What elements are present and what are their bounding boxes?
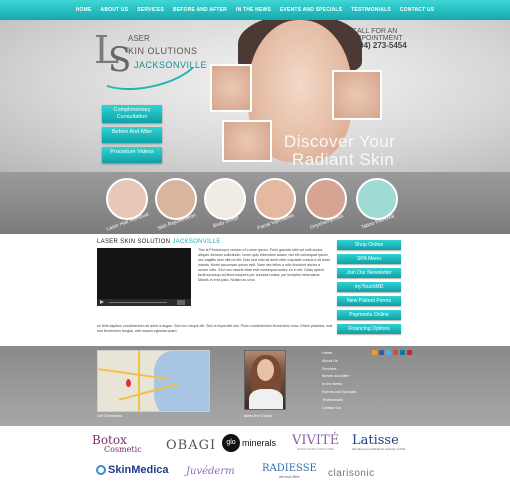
hero-banner: L S ASER KIN OLUTIONS JACKSONVILLE CALL … [0, 20, 510, 172]
logo-line-2: KIN OLUTIONS [128, 46, 198, 56]
volume-icon[interactable] [177, 300, 185, 305]
map-pin-icon [126, 379, 131, 387]
rss-icon[interactable] [372, 350, 377, 355]
hero-tagline-2: Radiant Skin [292, 150, 395, 169]
skinmedica-mark-icon [96, 465, 106, 475]
procedure-videos-button[interactable]: Procedure Videos [102, 147, 162, 163]
hero-tagline-1: Discover Your [284, 132, 396, 151]
brand-logos: Botox Cosmetic OBAGI glo minerals VIVITÉ… [0, 426, 510, 496]
doctor-shirt [249, 389, 283, 409]
nav-events-and-specials[interactable]: EVENTS AND SPECIALS [280, 7, 342, 13]
footer-link-services[interactable]: Services [322, 366, 356, 374]
social-icons [372, 350, 412, 355]
location-map[interactable] [97, 350, 210, 412]
footer-link-before-after[interactable]: Before and After [322, 373, 356, 381]
logo-line-3: JACKSONVILLE [134, 60, 208, 70]
skin-panel-left [210, 64, 252, 112]
glo-wordmark: minerals [242, 438, 277, 448]
botox-subtitle: Cosmetic [104, 445, 142, 454]
before-after-button[interactable]: Before And After [102, 127, 162, 143]
spa-menu-button[interactable]: SPA Menu [337, 254, 401, 264]
payments-online-button[interactable]: Payments Online [337, 310, 401, 320]
section-title-accent: JACKSONVILLE [172, 239, 221, 245]
nav-testimonials[interactable]: TESTIMONIALS [351, 7, 391, 13]
glo-minerals-logo: glo minerals [222, 434, 276, 452]
main-content: LASER SKIN SOLUTION JACKSONVILLE This is… [0, 234, 510, 346]
section-title-prefix: LASER SKIN SOLUTION [97, 239, 171, 245]
intro-paragraph-continued: eu felis dapibus condimentum sit amet a … [97, 324, 333, 333]
linkedin-icon[interactable] [400, 350, 405, 355]
nav-contact-us[interactable]: CONTACT US [400, 7, 434, 13]
treatments-band: Laser Hair Removal Skin Rejuvenation Bod… [0, 172, 510, 234]
latisse-logo: Latisse (bimatoprost ophthalmic solution… [352, 434, 406, 451]
vivite-subtitle: EXFOLIATING SKIN CARE [297, 447, 334, 451]
footer-link-testimonials[interactable]: Testimonials [322, 397, 356, 405]
shop-online-button[interactable]: Shop Online [337, 240, 401, 250]
section-title: LASER SKIN SOLUTION JACKSONVILLE [97, 239, 221, 245]
newsletter-button[interactable]: Join Our Newsletter [337, 268, 401, 278]
footer-links: Home About Us Services Before and After … [322, 350, 356, 412]
radiesse-subtitle: dermal filler [279, 474, 300, 479]
skin-panel-bottom [222, 120, 272, 162]
google-plus-icon[interactable] [393, 350, 398, 355]
consultation-button[interactable]: Complimentary Consultation [102, 105, 162, 123]
site-logo[interactable]: L S ASER KIN OLUTIONS JACKSONVILLE [88, 27, 208, 99]
nav-home[interactable]: HOME [76, 7, 92, 13]
vivite-logo: VIVITÉ EXFOLIATING SKIN CARE [292, 434, 339, 451]
map-water [154, 351, 209, 411]
footer-link-contact[interactable]: Contact Us [322, 405, 356, 413]
nav-services[interactable]: SERVICES [137, 7, 164, 13]
nav-before-and-after[interactable]: BEFORE AND AFTER [173, 7, 227, 13]
footer-link-events[interactable]: Events and Specials [322, 389, 356, 397]
skinmedica-wordmark: SkinMedica [108, 464, 169, 476]
video-controls [97, 299, 191, 306]
map-road [138, 351, 140, 411]
latisse-subtitle: (bimatoprost ophthalmic solution) 0.03% [352, 447, 406, 451]
vivite-wordmark: VIVITÉ [292, 433, 340, 448]
doctor-face [257, 359, 274, 381]
footer-link-home[interactable]: Home [322, 350, 356, 358]
meet-doctor-link[interactable]: Meet the Doctor [244, 413, 272, 418]
footer-link-news[interactable]: In the News [322, 381, 356, 389]
patient-forms-button[interactable]: New Patient Forms [337, 296, 401, 306]
footer-section: Get Directions Meet the Doctor Home Abou… [0, 346, 510, 426]
radiesse-logo: RADIESSE dermal filler [262, 463, 317, 480]
facebook-icon[interactable] [379, 350, 384, 355]
video-player[interactable] [97, 248, 191, 306]
juvederm-logo: Juvéderm [186, 466, 235, 477]
nav-about-us[interactable]: ABOUT US [101, 7, 129, 13]
logo-line-1: ASER [128, 34, 150, 43]
obagi-logo: OBAGI [166, 438, 217, 453]
financing-options-button[interactable]: Financing Options [337, 324, 401, 334]
footer-link-about[interactable]: About Us [322, 358, 356, 366]
clarisonic-logo: clarisonic [328, 468, 375, 479]
nav-in-the-news[interactable]: IN THE NEWS [236, 7, 271, 13]
skin-panel-right [332, 70, 382, 120]
doctor-photo[interactable] [244, 350, 286, 410]
skinmedica-logo: SkinMedica [96, 464, 169, 476]
botox-logo: Botox Cosmetic [92, 434, 142, 454]
video-progress-track[interactable] [109, 302, 167, 303]
youtube-icon[interactable] [407, 350, 412, 355]
latisse-wordmark: Latisse [352, 433, 399, 448]
get-directions-link[interactable]: Get Directions [97, 413, 122, 418]
glo-badge: glo [222, 434, 240, 452]
top-nav: HOME ABOUT US SERVICES BEFORE AND AFTER … [0, 0, 510, 20]
twitter-icon[interactable] [386, 350, 391, 355]
mytouchmd-button[interactable]: myTouchMD [337, 282, 401, 292]
play-icon[interactable] [100, 300, 104, 304]
radiesse-wordmark: RADIESSE [262, 463, 317, 474]
intro-paragraph: This is Photoshop's version of Lorem Ips… [198, 248, 330, 282]
